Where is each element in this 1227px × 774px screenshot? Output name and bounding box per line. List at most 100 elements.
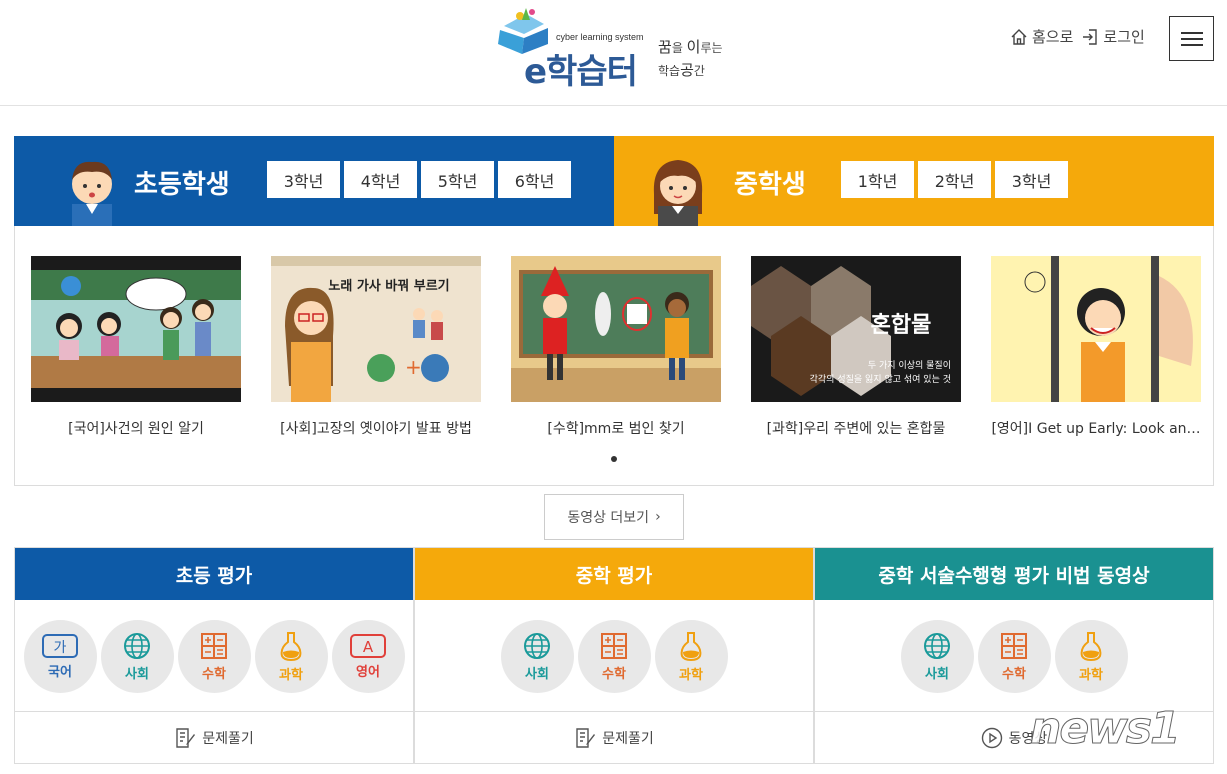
login-icon bbox=[1083, 28, 1098, 45]
panel-title[interactable]: 중학 서술수행형 평가 비법 동영상 bbox=[815, 548, 1213, 600]
site-header: cyber learning system e학습터 꿈을 이루는 학습공간 홈… bbox=[0, 0, 1227, 106]
video-caption[interactable]: [국어]사건의 원인 알기 bbox=[31, 418, 241, 438]
panel-title[interactable]: 중학 평가 bbox=[415, 548, 813, 600]
video-thumbnail[interactable] bbox=[511, 256, 721, 402]
subject-science-button[interactable]: 과학 bbox=[254, 620, 328, 693]
boy-avatar-icon bbox=[72, 161, 112, 226]
elementary-evaluation-panel: 초등 평가 가 국어 사회 수학 과학 A 영어 문제풀기 bbox=[14, 547, 414, 764]
chevron-right-icon: › bbox=[655, 509, 661, 525]
solve-problems-button[interactable]: 문제풀기 bbox=[15, 711, 413, 763]
home-label: 홈으로 bbox=[1032, 28, 1074, 46]
video-card[interactable]: [국어]사건의 원인 알기 bbox=[31, 256, 241, 438]
video-thumbnail[interactable] bbox=[31, 256, 241, 402]
elementary-grade-6-button[interactable]: 6학년 bbox=[498, 161, 571, 198]
subject-label: 과학 bbox=[1079, 668, 1103, 683]
middle-evaluation-panel: 중학 평가 사회 수학 과학 문제풀기 bbox=[414, 547, 814, 764]
video-caption[interactable]: [영어]I Get up Early: Look an… bbox=[991, 418, 1201, 438]
video-card[interactable]: 혼합물 두 가지 이상의 물질이 각각의 성질을 잃지 않고 섞여 있는 것 [… bbox=[751, 256, 961, 438]
subject-label: 과학 bbox=[279, 668, 303, 683]
hamburger-line bbox=[1180, 43, 1203, 46]
video-caption[interactable]: [수학]mm로 범인 찾기 bbox=[511, 418, 721, 438]
slogan-char: 루는 bbox=[700, 41, 723, 55]
slogan-char: 이 bbox=[686, 38, 701, 56]
subject-social-button[interactable]: 사회 bbox=[100, 620, 174, 693]
globe-icon bbox=[524, 633, 550, 659]
svg-text:+: + bbox=[405, 355, 422, 379]
subject-social-button[interactable]: 사회 bbox=[500, 620, 574, 693]
subject-math-button[interactable]: 수학 bbox=[177, 620, 251, 693]
subject-korean-button[interactable]: 가 국어 bbox=[23, 620, 97, 693]
middle-grade-1-button[interactable]: 1학년 bbox=[841, 161, 914, 198]
thumb-title: 혼합물 bbox=[871, 312, 932, 338]
subject-label: 사회 bbox=[125, 667, 149, 682]
hamburger-line bbox=[1180, 37, 1203, 40]
panel-title[interactable]: 초등 평가 bbox=[15, 548, 413, 600]
subject-label: 수학 bbox=[202, 667, 226, 682]
more-videos-button[interactable]: 동영상 더보기 › bbox=[544, 494, 684, 540]
thumb-line: 두 가지 이상의 물질이 bbox=[868, 359, 951, 371]
video-thumbnail[interactable] bbox=[991, 256, 1201, 402]
login-link[interactable]: 로그인 bbox=[1081, 26, 1145, 47]
svg-text:A: A bbox=[363, 638, 374, 656]
subject-social-button[interactable]: 사회 bbox=[900, 620, 974, 693]
elementary-grade-4-button[interactable]: 4학년 bbox=[344, 161, 417, 198]
subject-label: 수학 bbox=[1002, 667, 1026, 682]
slogan-char: 학습 bbox=[658, 64, 681, 78]
news1-watermark: news1 bbox=[1030, 703, 1182, 755]
subject-list: 사회 수학 과학 bbox=[415, 620, 813, 693]
elementary-title[interactable]: 초등학생 bbox=[134, 164, 230, 201]
song-lyrics-scene-image: 노래 가사 바꿔 부르기 + bbox=[271, 256, 481, 402]
subject-label: 과학 bbox=[679, 668, 703, 683]
carousel-page-indicator[interactable] bbox=[611, 456, 617, 462]
login-label: 로그인 bbox=[1103, 28, 1145, 46]
subject-science-button[interactable]: 과학 bbox=[654, 620, 728, 693]
flask-icon bbox=[680, 632, 702, 662]
pencil-document-icon bbox=[576, 727, 596, 748]
video-thumbnail[interactable]: 혼합물 두 가지 이상의 물질이 각각의 성질을 잃지 않고 섞여 있는 것 bbox=[751, 256, 961, 402]
subject-math-button[interactable]: 수학 bbox=[977, 620, 1051, 693]
solve-problems-button[interactable]: 문제풀기 bbox=[415, 711, 813, 763]
slogan-char: 공 bbox=[680, 61, 694, 79]
subject-label: 사회 bbox=[925, 667, 949, 682]
middle-grade-3-button[interactable]: 3학년 bbox=[995, 161, 1068, 198]
thumb-line: 각각의 성질을 잃지 않고 섞여 있는 것 bbox=[810, 373, 951, 385]
middle-title[interactable]: 중학생 bbox=[734, 164, 806, 201]
video-card[interactable]: [수학]mm로 범인 찾기 bbox=[511, 256, 721, 438]
elementary-grade-5-button[interactable]: 5학년 bbox=[421, 161, 494, 198]
video-thumbnail[interactable]: 노래 가사 바꿔 부르기 + bbox=[271, 256, 481, 402]
hamburger-menu-button[interactable] bbox=[1169, 16, 1214, 61]
svg-text:가: 가 bbox=[54, 640, 67, 656]
subject-science-button[interactable]: 과학 bbox=[1054, 620, 1128, 693]
subject-math-button[interactable]: 수학 bbox=[577, 620, 651, 693]
elementary-grade-3-button[interactable]: 3학년 bbox=[267, 161, 340, 198]
middle-grade-2-button[interactable]: 2학년 bbox=[918, 161, 991, 198]
subject-list: 가 국어 사회 수학 과학 A 영어 bbox=[15, 620, 413, 693]
english-girl-scene-image bbox=[991, 256, 1201, 402]
video-caption[interactable]: [사회]고장의 옛이야기 발표 방법 bbox=[271, 418, 481, 438]
home-link[interactable]: 홈으로 bbox=[1010, 26, 1073, 47]
site-logo[interactable]: cyber learning system e학습터 꿈을 이루는 학습공간 bbox=[496, 4, 738, 92]
top-links: 홈으로 로그인 bbox=[1010, 26, 1145, 47]
flask-icon bbox=[280, 632, 302, 662]
pencil-document-icon bbox=[176, 727, 196, 748]
calculator-icon bbox=[601, 633, 627, 659]
classroom-scene-image bbox=[31, 256, 241, 402]
mixture-scene-image: 혼합물 두 가지 이상의 물질이 각각의 성질을 잃지 않고 섞여 있는 것 bbox=[751, 256, 961, 402]
video-carousel: [국어]사건의 원인 알기 노래 가사 바꿔 부르기 + [사회]고장의 옛이야… bbox=[14, 226, 1214, 486]
logo-tagline: cyber learning system bbox=[556, 32, 644, 42]
slogan-char: 꿈 bbox=[658, 38, 672, 56]
video-caption[interactable]: [과학]우리 주변에 있는 혼합물 bbox=[751, 418, 961, 438]
globe-icon bbox=[124, 633, 150, 659]
thumb-text: 노래 가사 바꿔 부르기 bbox=[328, 278, 449, 294]
slogan-char: 간 bbox=[693, 64, 705, 78]
middle-band: 중학생 1학년 2학년 3학년 bbox=[614, 136, 1214, 226]
subject-label: 수학 bbox=[602, 667, 626, 682]
elementary-band: 초등학생 3학년 4학년 5학년 6학년 bbox=[14, 136, 614, 226]
subject-english-button[interactable]: A 영어 bbox=[331, 620, 405, 693]
video-card[interactable]: [영어]I Get up Early: Look an… bbox=[991, 256, 1201, 438]
logo-slogan: 꿈을 이루는 학습공간 bbox=[658, 36, 738, 82]
korean-icon: 가 bbox=[42, 634, 78, 658]
flask-icon bbox=[1080, 632, 1102, 662]
logo-name: e학습터 bbox=[524, 52, 638, 92]
video-card[interactable]: 노래 가사 바꿔 부르기 + [사회]고장의 옛이야기 발표 방법 bbox=[271, 256, 481, 438]
